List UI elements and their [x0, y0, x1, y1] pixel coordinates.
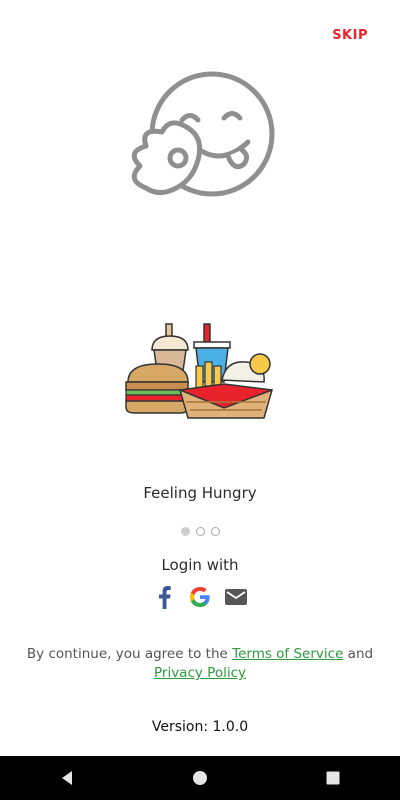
food-basket-illustration — [125, 323, 273, 419]
page-dot-2[interactable] — [195, 527, 205, 536]
version-label: Version: 1.0.0 — [151, 719, 249, 735]
terms-of-service-link[interactable]: Terms of Service — [232, 646, 343, 662]
yummy-emoji-icon — [131, 71, 275, 197]
facebook-login-button[interactable] — [152, 585, 176, 609]
email-login-button[interactable] — [224, 585, 248, 609]
skip-button[interactable]: SKIP — [332, 28, 368, 43]
slide-title: Feeling Hungry — [143, 484, 257, 502]
google-login-button[interactable] — [188, 585, 212, 609]
page-indicator — [0, 527, 400, 536]
google-icon — [190, 587, 210, 607]
social-login-row — [0, 585, 400, 609]
nav-home-button[interactable] — [180, 758, 220, 798]
nav-recents-button[interactable] — [313, 758, 353, 798]
email-icon — [225, 589, 247, 605]
page-dot-1[interactable] — [180, 527, 190, 536]
privacy-policy-link[interactable]: Privacy Policy — [154, 665, 246, 681]
back-icon — [61, 771, 72, 785]
terms-prefix: By continue, you agree to the — [26, 646, 228, 662]
facebook-icon — [159, 586, 171, 609]
terms-conjunction: and — [347, 646, 374, 662]
login-with-label: Login with — [161, 556, 239, 574]
terms-notice: By continue, you agree to the Terms of S… — [20, 645, 380, 683]
system-navigation-bar — [0, 756, 400, 800]
nav-back-button[interactable] — [47, 758, 87, 798]
page-dot-3[interactable] — [210, 527, 220, 536]
home-icon — [192, 771, 207, 785]
recents-icon — [326, 771, 340, 785]
